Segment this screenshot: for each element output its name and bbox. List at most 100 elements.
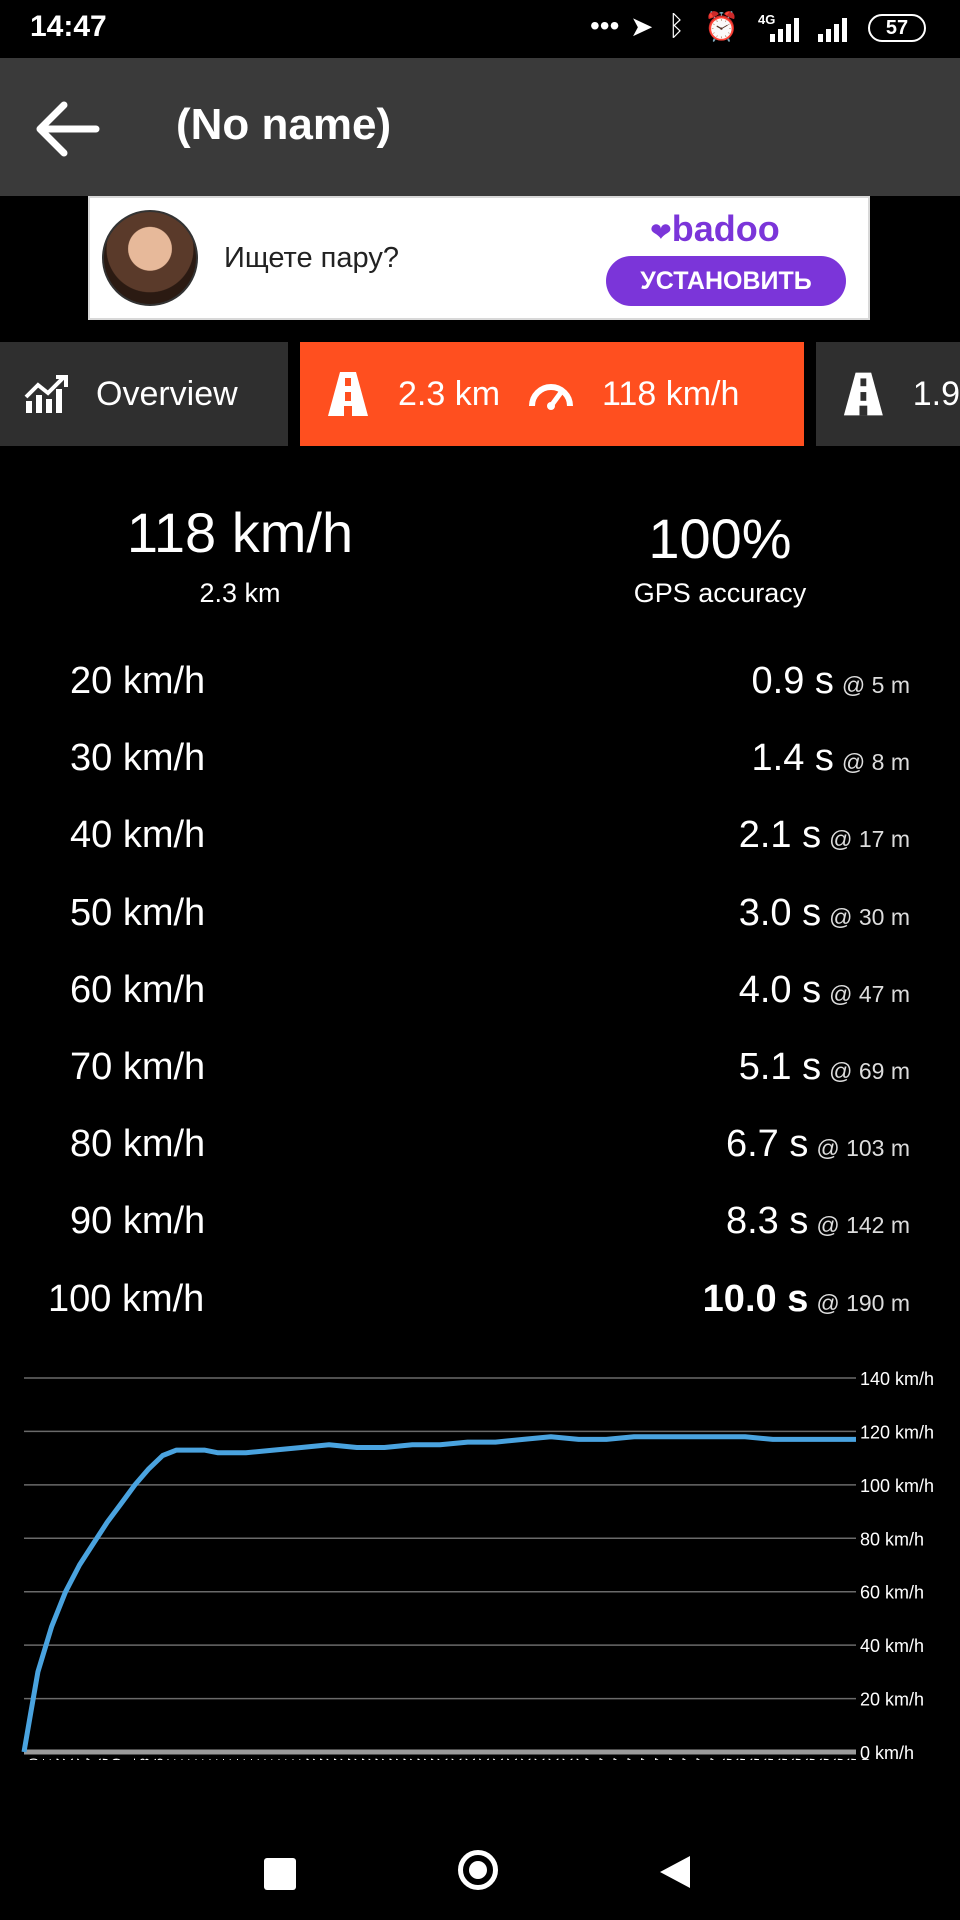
chart-x-tick-label: 20	[303, 1758, 318, 1760]
row-time-value: 2.1 s	[738, 814, 822, 856]
chart-x-tick-label: 41	[595, 1758, 610, 1760]
row-time: 4.0 s @ 47 m	[739, 969, 910, 1012]
tab-run-distance: 2.3 km	[398, 374, 501, 413]
speedometer-icon	[529, 384, 574, 410]
ad-text: Ищете пару?	[224, 242, 399, 274]
home-button[interactable]	[458, 1850, 498, 1890]
gps-accuracy-value: 100%	[648, 507, 792, 570]
tab-next-run[interactable]: 1.9	[816, 342, 960, 446]
road-icon	[843, 372, 883, 416]
chart-x-tick-label: 50	[719, 1758, 734, 1760]
road-icon	[328, 372, 368, 416]
chart-y-tick-label: 120 km/h	[860, 1422, 934, 1442]
ad-banner[interactable]: Ищете пару? ❤badoo УСТАНОВИТЬ	[88, 196, 870, 320]
chart-y-tick-label: 80 km/h	[860, 1529, 924, 1549]
more-dots-icon: •••	[590, 10, 620, 41]
chart-x-tick-label: 56	[803, 1758, 818, 1760]
status-time: 14:47	[30, 10, 107, 43]
chart-x-tick-label: 15	[234, 1758, 249, 1760]
chart-x-tick-label: 16	[248, 1758, 263, 1760]
chart-x-tick-label: 29	[428, 1758, 443, 1760]
run-distance-value: 2.3 km	[199, 578, 281, 608]
row-distance-at: @ 190 m	[816, 1290, 910, 1316]
tab-run[interactable]: 2.3 km 118 km/h	[300, 342, 804, 446]
chart-x-tick-label: 24	[359, 1758, 374, 1760]
chart-x-tick-label: 51	[733, 1758, 748, 1760]
chart-x-tick-label: 14	[220, 1758, 235, 1760]
chart-x-tick-label: 0	[26, 1758, 41, 1760]
row-speed-label: 40 km/h	[70, 814, 206, 856]
row-time-value: 3.0 s	[738, 892, 822, 934]
row-distance-at: @ 47 m	[829, 981, 910, 1007]
chart-x-tick-label: 43	[622, 1758, 637, 1760]
bluetooth-icon: ᛒ	[668, 10, 685, 41]
chart-x-tick-label: 49	[705, 1758, 720, 1760]
chart-x-tick-label: 58	[830, 1758, 845, 1760]
row-time: 10.0 s @ 190 m	[703, 1278, 910, 1321]
chart-x-tick-label: 34	[497, 1758, 512, 1760]
chart-x-tick-label: 1	[40, 1758, 55, 1760]
chart-x-tick-label: 7	[123, 1758, 138, 1760]
chart-x-tick-label: 22	[331, 1758, 346, 1760]
row-time: 2.1 s @ 17 m	[739, 814, 910, 857]
chart-x-tick-label: 55	[789, 1758, 804, 1760]
row-speed-label: 20 km/h	[70, 660, 206, 702]
row-time: 6.7 s @ 103 m	[726, 1123, 910, 1166]
chart-x-tick-label: 31	[456, 1758, 471, 1760]
row-distance-at: @ 103 m	[816, 1135, 910, 1161]
chart-x-tick-label: 11	[179, 1758, 194, 1760]
chart-x-tick-label: 23	[345, 1758, 360, 1760]
chart-x-tick-label: 3	[68, 1758, 83, 1760]
back-triangle-icon[interactable]	[658, 1854, 692, 1890]
row-speed-label: 70 km/h	[70, 1046, 206, 1088]
tab-overview-label: Overview	[96, 374, 238, 413]
chart-y-tick-label: 40 km/h	[860, 1636, 924, 1656]
chart-x-tick-label: 59	[844, 1758, 859, 1760]
alarm-icon: ⏰	[704, 11, 739, 42]
chart-x-tick-label: 45	[650, 1758, 665, 1760]
location-arrow-icon: ➤	[630, 11, 654, 42]
chart-x-tick-label: 60	[858, 1758, 873, 1760]
app-bar: (No name)	[0, 58, 960, 196]
row-time: 1.4 s @ 8 m	[752, 737, 910, 780]
chart-x-tick-label: 10	[165, 1758, 180, 1760]
speed-chart: 0 km/h20 km/h40 km/h60 km/h80 km/h100 km…	[21, 1369, 934, 1760]
row-speed-label: 80 km/h	[70, 1123, 206, 1165]
chart-x-tick-label: 33	[484, 1758, 499, 1760]
tab-overview[interactable]: Overview	[0, 342, 288, 446]
ad-avatar	[102, 210, 198, 306]
row-distance-at: @ 69 m	[829, 1058, 910, 1084]
row-distance-at: @ 5 m	[841, 672, 910, 698]
chart-x-tick-label: 21	[317, 1758, 332, 1760]
signal-icon	[770, 18, 847, 42]
chart-x-tick-label: 18	[276, 1758, 291, 1760]
row-speed-label: 90 km/h	[70, 1200, 206, 1242]
tab-next-distance: 1.9	[912, 374, 960, 413]
chart-x-tick-label: 27	[400, 1758, 415, 1760]
row-speed-label: 100 km/h	[48, 1278, 205, 1320]
ad-brand-name: badoo	[671, 208, 780, 249]
chart-x-tick-label: 42	[608, 1758, 623, 1760]
recents-button[interactable]	[264, 1858, 296, 1890]
chart-y-tick-label: 60 km/h	[860, 1583, 924, 1603]
chart-x-tick-label: 37	[539, 1758, 554, 1760]
chart-x-tick-label: 6	[109, 1758, 124, 1760]
ad-install-button[interactable]: УСТАНОВИТЬ	[606, 256, 846, 306]
chart-x-tick-label: 53	[761, 1758, 776, 1760]
system-nav-bar	[0, 1800, 960, 1920]
status-bar: 14:47 ••• ➤ ᛒ ⏰ 4G 57	[0, 0, 960, 58]
row-speed-label: 60 km/h	[70, 969, 206, 1011]
page-title: (No name)	[176, 100, 392, 149]
back-arrow-icon[interactable]	[28, 94, 108, 164]
chart-x-tick-label: 57	[816, 1758, 831, 1760]
chart-x-tick-label: 44	[636, 1758, 651, 1760]
row-distance-at: @ 30 m	[829, 904, 910, 930]
chart-x-tick-label: 12	[192, 1758, 207, 1760]
chart-x-tick-label: 35	[511, 1758, 526, 1760]
chart-x-tick-label: 38	[553, 1758, 568, 1760]
chart-x-tick-label: 28	[414, 1758, 429, 1760]
row-distance-at: @ 8 m	[841, 749, 910, 775]
top-speed-value: 118 km/h	[126, 501, 354, 564]
chart-x-tick-label: 47	[678, 1758, 693, 1760]
ad-brand-logo: ❤badoo	[650, 208, 780, 250]
